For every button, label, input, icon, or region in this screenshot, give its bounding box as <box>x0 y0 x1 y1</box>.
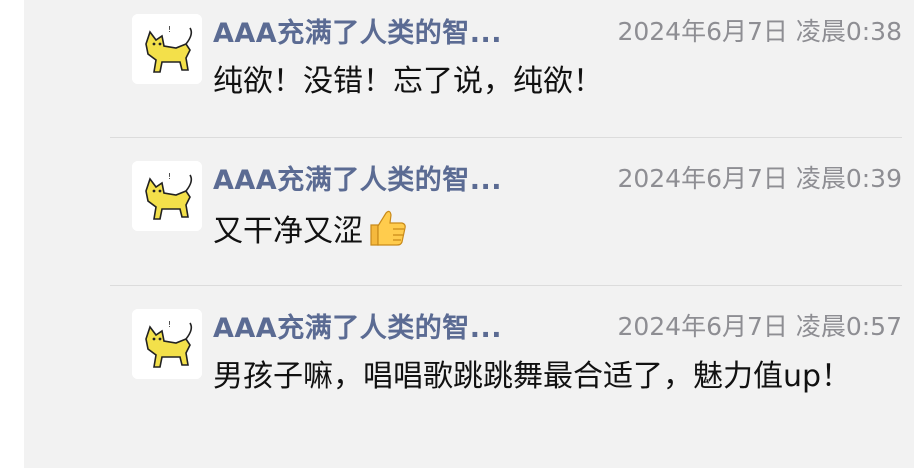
author-name[interactable]: AAA充满了人类的智... <box>213 161 573 201</box>
comment-text: 男孩子嘛，唱唱歌跳跳舞最合适了，魅力值up！ <box>213 359 852 394</box>
divider <box>110 285 902 286</box>
comments-panel: ! AAA充满了人类的智... 2024年6月7日 凌晨0:38 纯欲！没错！忘… <box>24 0 914 468</box>
comment-text: 又干净又涩 <box>213 205 893 256</box>
avatar[interactable]: ! <box>132 14 202 84</box>
svg-text:!: ! <box>168 172 171 181</box>
thumbs-up-icon <box>365 205 409 249</box>
cat-avatar-icon: ! <box>132 14 202 84</box>
comment-item[interactable]: ! AAA充满了人类的智... 2024年6月7日 凌晨0:57 男孩子嘛，唱唱… <box>110 295 902 468</box>
divider <box>110 137 902 138</box>
cat-avatar-icon: ! <box>132 161 202 231</box>
timestamp: 2024年6月7日 凌晨0:38 <box>617 17 902 46</box>
cat-avatar-icon: ! <box>132 309 202 379</box>
comment-item[interactable]: ! AAA充满了人类的智... 2024年6月7日 凌晨0:39 又干净又涩 <box>110 147 902 285</box>
comment-text: 纯欲！没错！忘了说，纯欲！ <box>213 64 603 99</box>
author-name[interactable]: AAA充满了人类的智... <box>213 14 573 54</box>
timestamp: 2024年6月7日 凌晨0:39 <box>617 164 902 193</box>
avatar[interactable]: ! <box>132 161 202 231</box>
svg-text:!: ! <box>168 25 171 34</box>
timestamp: 2024年6月7日 凌晨0:57 <box>617 312 902 341</box>
comment-item[interactable]: ! AAA充满了人类的智... 2024年6月7日 凌晨0:38 纯欲！没错！忘… <box>110 0 902 137</box>
author-name[interactable]: AAA充满了人类的智... <box>213 309 573 349</box>
avatar[interactable]: ! <box>132 309 202 379</box>
svg-text:!: ! <box>168 320 171 329</box>
